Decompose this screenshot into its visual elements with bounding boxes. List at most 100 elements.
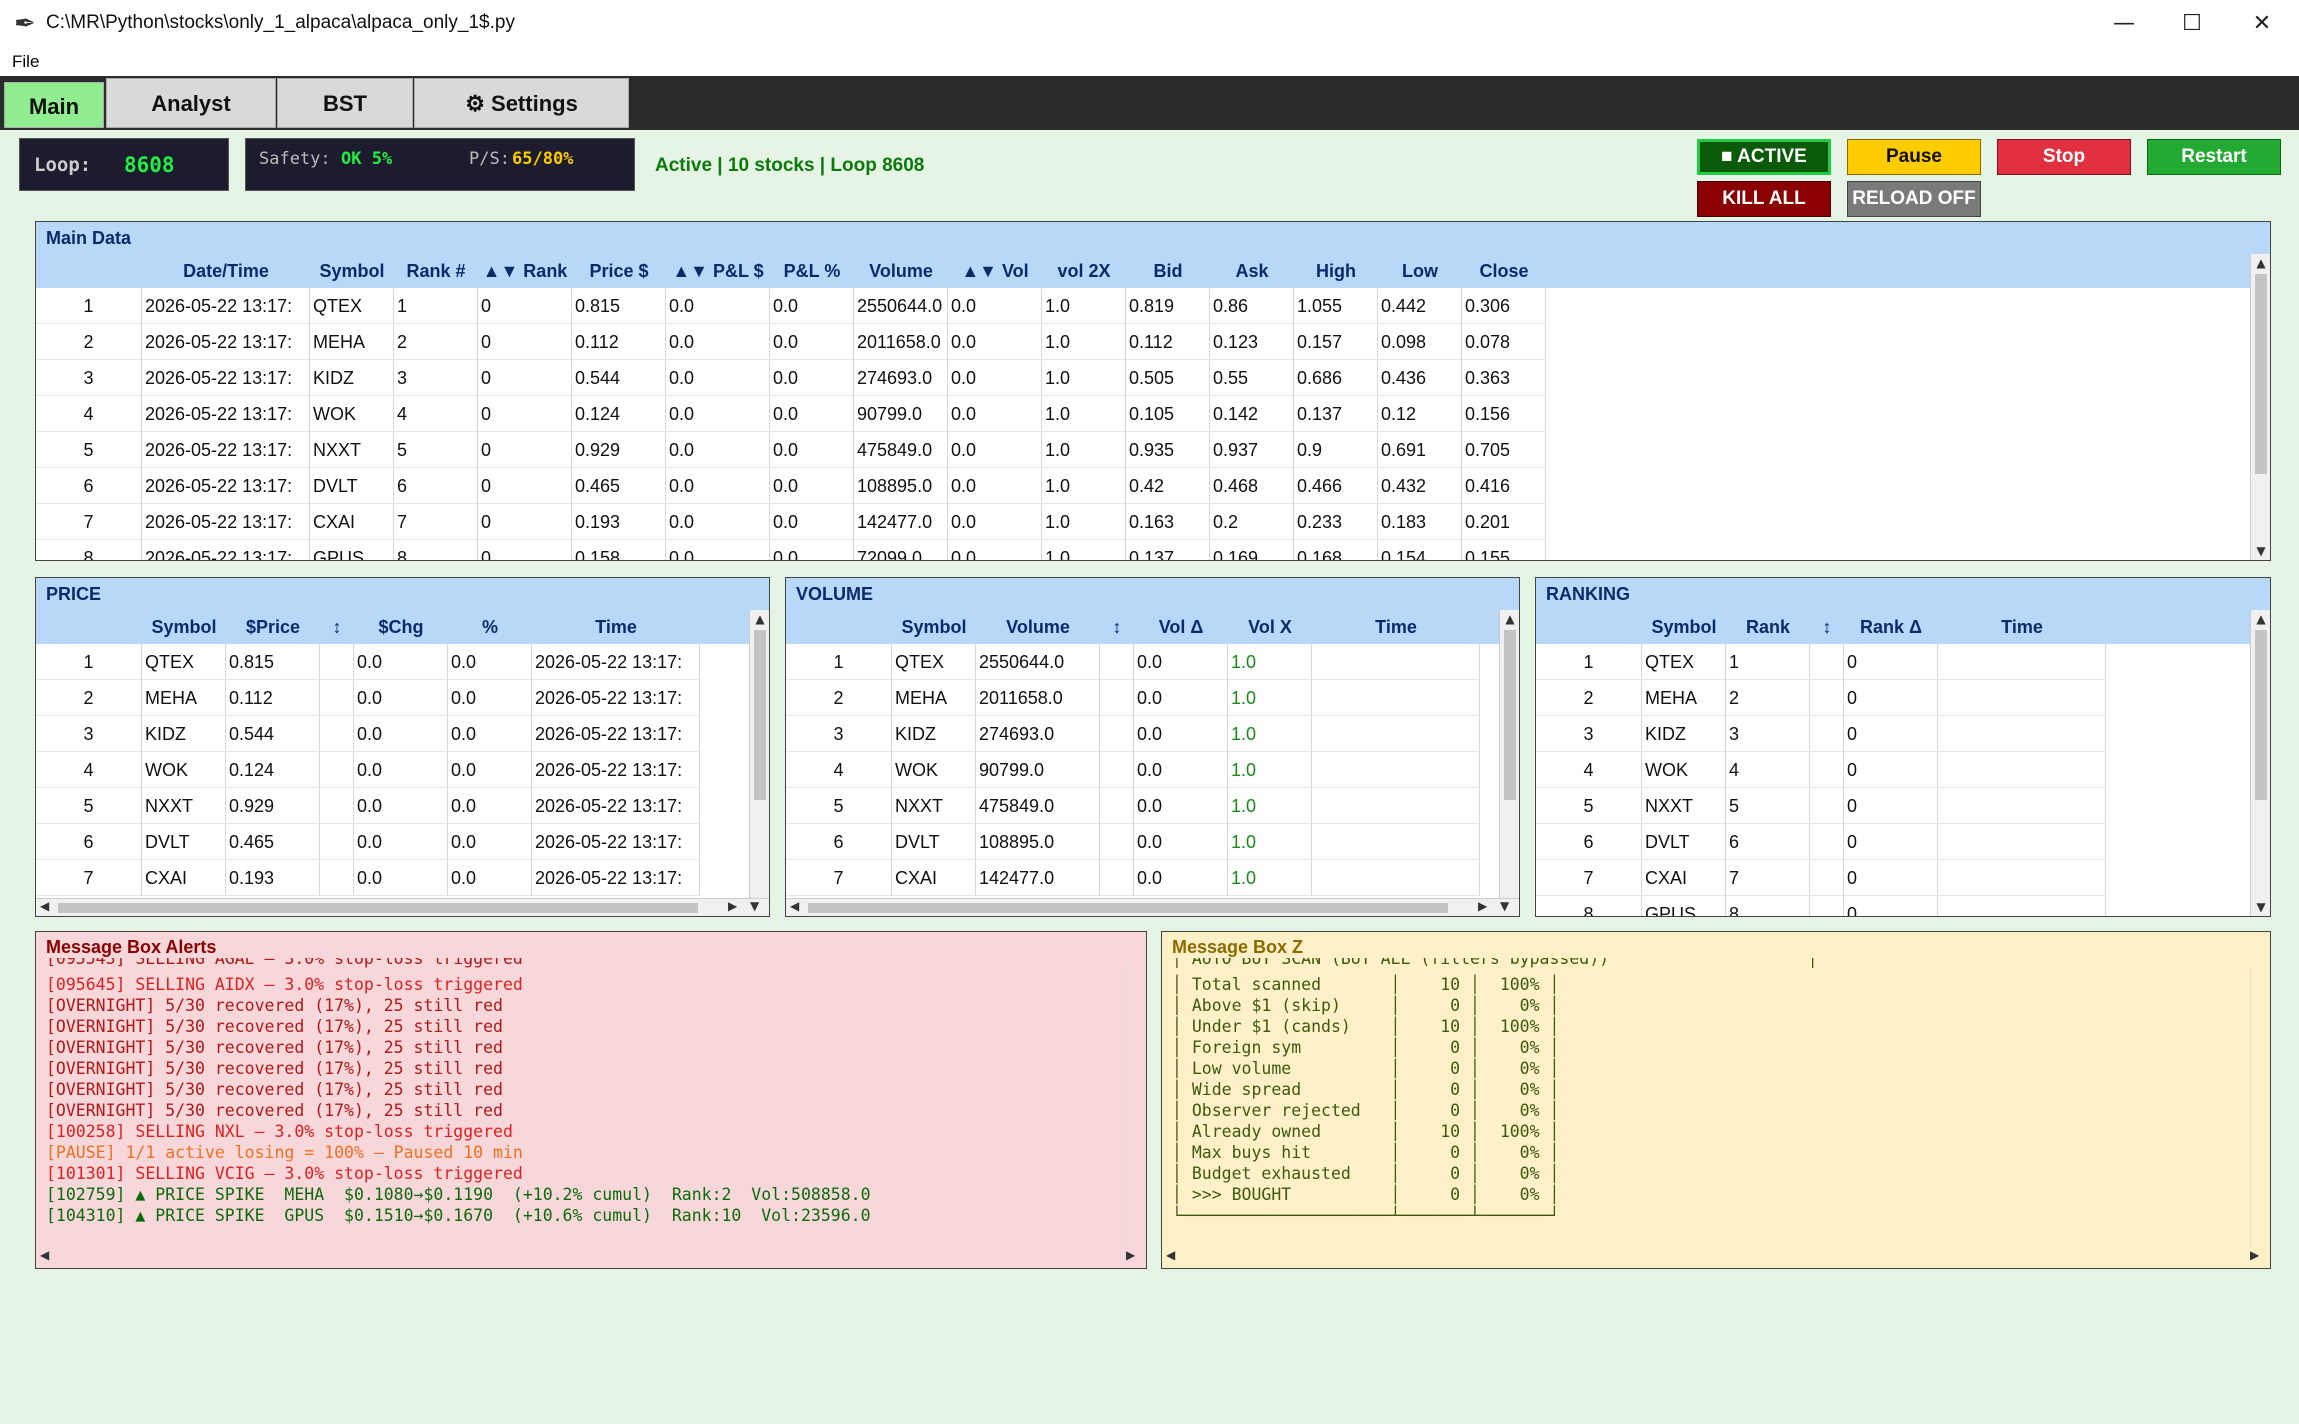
main_data-col-header[interactable]: ▲▼ Vol	[948, 254, 1042, 288]
row-index: 1	[1536, 644, 1642, 680]
main_data-col-header[interactable]: Low	[1378, 254, 1462, 288]
volume-cell	[1312, 752, 1480, 788]
volume-col-header[interactable]: ↕	[1100, 610, 1134, 644]
main_data-col-header[interactable]: Date/Time	[142, 254, 310, 288]
main_data-cell: 72099.0	[854, 540, 948, 560]
volume-cell	[1100, 716, 1134, 752]
ranking-col-header[interactable]: ↕	[1810, 610, 1844, 644]
main_data-cell: 0.158	[572, 540, 666, 560]
price-cell: 2026-05-22 13:17:	[532, 716, 700, 752]
main_data-cell: 0.86	[1210, 288, 1294, 324]
price-col-header[interactable]: Time	[532, 610, 700, 644]
kill-all-button[interactable]: KILL ALL	[1697, 181, 1831, 217]
main_data-cell: 0.0	[666, 396, 770, 432]
volume-cell: 2550644.0	[976, 644, 1100, 680]
ranking-cell: 4	[1726, 752, 1810, 788]
main_data-col-header[interactable]: Symbol	[310, 254, 394, 288]
price-cell: WOK	[142, 752, 226, 788]
tab-analyst[interactable]: Analyst	[106, 78, 276, 128]
main_data-col-header[interactable]: High	[1294, 254, 1378, 288]
row-index: 3	[786, 716, 892, 752]
boxz-line: │ Max buys hit │ 0 │ 0% │	[1172, 1143, 1560, 1162]
price-col-header[interactable]: $Chg	[354, 610, 448, 644]
price-cell: 0.0	[448, 680, 532, 716]
alert-line: [OVERNIGHT] 5/30 recovered (17%), 25 sti…	[46, 1017, 503, 1036]
reload-off-button[interactable]: RELOAD OFF	[1847, 181, 1981, 217]
ranking-panel: RANKING Symbol Rank ↕ Rank Δ Time ▲ ▼ 1 QTEX 1…	[1535, 577, 2271, 917]
main_data-col-header[interactable]: Bid	[1126, 254, 1210, 288]
safety-value: OK 5%	[341, 149, 393, 169]
boxz-vscroll[interactable]	[2250, 968, 2270, 1248]
main_data-cell: 0.0	[770, 324, 854, 360]
main_data-cell: 0.0	[770, 360, 854, 396]
row-index: 5	[36, 788, 142, 824]
volume-vscroll[interactable]: ▲	[1499, 610, 1519, 898]
main_data-cell: 6	[394, 468, 478, 504]
main_data-col-header[interactable]: Close	[1462, 254, 1546, 288]
pause-button[interactable]: Pause	[1847, 139, 1981, 175]
volume-hscroll[interactable]: ◀ ▶ ▼	[786, 898, 1519, 916]
active-button[interactable]: ■ ACTIVE	[1697, 139, 1831, 175]
row-index: 4	[36, 752, 142, 788]
tab-bst[interactable]: BST	[277, 78, 413, 128]
main-data-vscroll[interactable]: ▲ ▼	[2250, 254, 2270, 560]
restart-button[interactable]: Restart	[2147, 139, 2281, 175]
menu-file[interactable]: File	[12, 52, 39, 72]
price-cell: 0.0	[354, 860, 448, 896]
price-col-header[interactable]: ↕	[320, 610, 354, 644]
volume-col-header[interactable]: Vol X	[1228, 610, 1312, 644]
main_data-cell: 0.815	[572, 288, 666, 324]
volume-cell: 475849.0	[976, 788, 1100, 824]
tab-settings[interactable]: ⚙ Settings	[414, 78, 629, 128]
maximize-button[interactable]: ☐	[2158, 0, 2226, 48]
alert-line: [OVERNIGHT] 5/30 recovered (17%), 25 sti…	[46, 1038, 503, 1057]
ranking-cell	[1810, 896, 1844, 916]
main_data-col-header[interactable]: ▲▼ P&L $	[666, 254, 770, 288]
boxz-line: │ Already owned │ 10 │ 100% │	[1172, 1122, 1560, 1141]
volume-cell: DVLT	[892, 824, 976, 860]
volume-col-header[interactable]: Volume	[976, 610, 1100, 644]
main_data-col-header[interactable]: Price $	[572, 254, 666, 288]
volume-cell	[1312, 680, 1480, 716]
ranking-cell: 2	[1726, 680, 1810, 716]
volume-header: Symbol Volume ↕ Vol Δ Vol X Time	[786, 610, 1499, 644]
boxz-line: │ Wide spread │ 0 │ 0% │	[1172, 1080, 1560, 1099]
main_data-cell: GPUS	[310, 540, 394, 560]
price-hscroll[interactable]: ◀ ▶ ▼	[36, 898, 769, 916]
volume-col-header[interactable]: Vol Δ	[1134, 610, 1228, 644]
ranking-title: RANKING	[1536, 578, 2270, 610]
ranking-col-header[interactable]: Rank	[1726, 610, 1810, 644]
main_data-col-header[interactable]: Ask	[1210, 254, 1294, 288]
alerts-vscroll[interactable]	[1126, 968, 1146, 1248]
main_data-cell: 0.0	[948, 432, 1042, 468]
boxz-hscroll[interactable]: ◀ ▶	[1162, 1248, 2270, 1266]
main-data-panel: Main Data Date/Time Symbol Rank # ▲▼ Rank Pr…	[35, 221, 2271, 561]
price-col-header[interactable]: %	[448, 610, 532, 644]
minimize-button[interactable]: —	[2090, 0, 2158, 48]
ranking-vscroll[interactable]: ▲ ▼	[2250, 610, 2270, 916]
ranking-col-header[interactable]: Symbol	[1642, 610, 1726, 644]
main_data-col-header[interactable]: Volume	[854, 254, 948, 288]
stop-button[interactable]: Stop	[1997, 139, 2131, 175]
price-col-header[interactable]: $Price	[226, 610, 320, 644]
price-vscroll[interactable]: ▲	[749, 610, 769, 898]
ranking-col-header[interactable]: Rank Δ	[1844, 610, 1938, 644]
main_data-cell: 0.154	[1378, 540, 1462, 560]
alerts-hscroll[interactable]: ◀ ▶	[36, 1248, 1146, 1266]
price-col-header[interactable]: Symbol	[142, 610, 226, 644]
price-cell: 0.0	[448, 716, 532, 752]
volume-col-header[interactable]: Time	[1312, 610, 1480, 644]
ranking-col-header[interactable]: Time	[1938, 610, 2106, 644]
main_data-col-header[interactable]: vol 2X	[1042, 254, 1126, 288]
main_data-cell: 0.935	[1126, 432, 1210, 468]
volume-cell	[1100, 644, 1134, 680]
tab-main[interactable]: Main	[4, 82, 104, 128]
main_data-col-header[interactable]: ▲▼ Rank	[478, 254, 572, 288]
close-button[interactable]: ✕	[2228, 0, 2296, 48]
main_data-cell: 2026-05-22 13:17:	[142, 432, 310, 468]
volume-col-header[interactable]: Symbol	[892, 610, 976, 644]
main_data-col-header[interactable]: P&L %	[770, 254, 854, 288]
row-index: 8	[1536, 896, 1642, 916]
main_data-col-header[interactable]: Rank #	[394, 254, 478, 288]
feather-icon: ✒	[14, 8, 36, 38]
